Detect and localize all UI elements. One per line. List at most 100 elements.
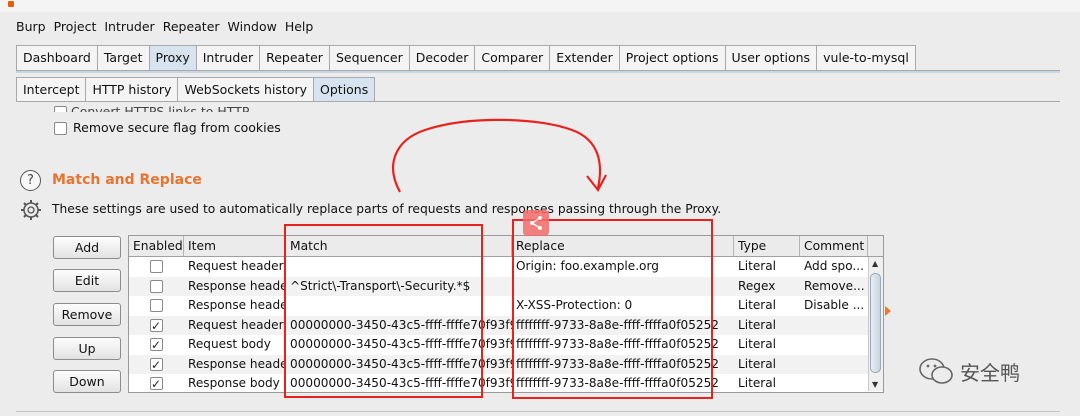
- remove-secure-flag-checkbox[interactable]: [54, 122, 67, 135]
- add-button[interactable]: Add: [53, 236, 121, 259]
- scroll-down-icon[interactable]: ▼: [872, 380, 878, 389]
- tab-vule-to-mysql[interactable]: vule-to-mysql: [816, 45, 916, 71]
- expand-arrow-icon[interactable]: [885, 306, 891, 316]
- menu-burp[interactable]: Burp: [0, 16, 50, 38]
- menu-bar: Burp Project Intruder Repeater Window He…: [0, 16, 317, 38]
- item-cell: Response header: [188, 278, 286, 293]
- tab-user-options[interactable]: User options: [724, 45, 818, 71]
- table-row[interactable]: Response header ^Strict\-Transport\-Secur…: [129, 276, 869, 297]
- comment-cell: [800, 316, 868, 336]
- tab-options[interactable]: Options: [313, 77, 376, 103]
- tab-proxy[interactable]: Proxy: [148, 45, 197, 71]
- table-row[interactable]: Request header Origin: foo.example.org Lit…: [129, 257, 869, 277]
- menu-project[interactable]: Project: [50, 16, 101, 38]
- tab-comparer[interactable]: Comparer: [474, 45, 551, 71]
- enabled-checkbox[interactable]: [150, 356, 163, 374]
- enabled-checkbox[interactable]: [150, 375, 163, 392]
- comment-cell: [800, 374, 868, 392]
- match-cell: [286, 257, 512, 277]
- enabled-checkbox[interactable]: [150, 279, 163, 293]
- match-cell: 00000000-3450-43c5-ffff-ffffe70f93f9: [290, 376, 512, 390]
- column-enabled[interactable]: Enabled: [129, 236, 184, 256]
- enabled-cell: [129, 316, 184, 335]
- table-row[interactable]: Response header 00000000-3450-43c5-ffff-f…: [129, 354, 869, 375]
- menu-window[interactable]: Window: [224, 16, 281, 38]
- column-replace[interactable]: Replace: [512, 236, 734, 256]
- tab-extender[interactable]: Extender: [549, 45, 620, 71]
- tab-websockets-history[interactable]: WebSockets history: [177, 77, 315, 103]
- tab-intruder[interactable]: Intruder: [195, 45, 261, 71]
- menu-repeater[interactable]: Repeater: [159, 16, 224, 38]
- enabled-checkbox[interactable]: [150, 317, 163, 335]
- enabled-checkbox[interactable]: [150, 260, 163, 273]
- gear-icon[interactable]: [20, 199, 42, 221]
- type-cell: Literal: [738, 356, 777, 371]
- comment-cell: Remove...: [804, 278, 865, 293]
- match-cell: 00000000-3450-43c5-ffff-ffffe70f93f9: [290, 356, 512, 371]
- match-cell: 00000000-3450-43c5-ffff-ffffe70f93f9: [290, 317, 512, 332]
- enabled-cell: [129, 335, 184, 355]
- match-cell: ^Strict\-Transport\-Security.*$: [290, 278, 471, 293]
- title-bar: [0, 0, 1080, 12]
- column-item[interactable]: Item: [184, 236, 286, 256]
- section-description: These settings are used to automatically…: [52, 202, 722, 216]
- scrollbar-thumb[interactable]: [870, 273, 881, 373]
- comment-cell: Add spo...: [804, 259, 864, 273]
- replace-cell: ffffffff-9733-8a8e-ffff-ffffa0f05252: [516, 376, 719, 390]
- tab-dashboard[interactable]: Dashboard: [16, 45, 98, 71]
- column-match[interactable]: Match: [286, 236, 512, 256]
- tab-intercept[interactable]: Intercept: [16, 77, 87, 103]
- tab-divider: [16, 70, 1060, 73]
- item-cell: Response header: [188, 298, 286, 312]
- enabled-cell: [129, 374, 184, 392]
- enabled-checkbox[interactable]: [150, 336, 163, 355]
- panel-bottom-border: [16, 411, 1060, 412]
- table-row[interactable]: Response header X-XSS-Protection: 0 Litera…: [129, 296, 869, 316]
- tab-decoder[interactable]: Decoder: [408, 45, 476, 71]
- type-cell: Regex: [738, 278, 776, 293]
- enabled-cell: [129, 296, 184, 316]
- replace-cell: [512, 277, 734, 297]
- edit-button[interactable]: Edit: [53, 269, 121, 292]
- match-cell: [286, 296, 512, 316]
- burp-logo-icon: [8, 1, 14, 7]
- scroll-up-icon[interactable]: ▲: [872, 259, 878, 268]
- proxy-sub-tabs: Intercept HTTP history WebSockets histor…: [16, 76, 376, 103]
- match-replace-table: Enabled Item Match Replace Type Comment …: [128, 235, 884, 393]
- main-tabs: Dashboard Target Proxy Intruder Repeater…: [16, 44, 916, 71]
- replace-cell: ffffffff-9733-8a8e-ffff-ffffa0f05252: [516, 317, 719, 332]
- tab-target[interactable]: Target: [96, 45, 150, 71]
- replace-cell: Origin: foo.example.org: [516, 259, 659, 273]
- tab-http-history[interactable]: HTTP history: [85, 77, 179, 103]
- item-cell: Request header: [188, 259, 284, 273]
- column-type[interactable]: Type: [734, 236, 800, 256]
- tab-sequencer[interactable]: Sequencer: [328, 45, 410, 71]
- watermark-text: 安全鸭: [960, 360, 1020, 385]
- comment-cell: [800, 335, 868, 355]
- menu-help[interactable]: Help: [281, 16, 318, 38]
- table-row[interactable]: Request body 00000000-3450-43c5-ffff-ffff…: [129, 335, 869, 355]
- down-button[interactable]: Down: [53, 370, 121, 393]
- help-icon[interactable]: ?: [20, 170, 41, 191]
- remove-button[interactable]: Remove: [53, 303, 121, 326]
- remove-secure-flag-option[interactable]: Remove secure flag from cookies: [54, 120, 281, 135]
- type-cell: Literal: [738, 337, 777, 351]
- enabled-checkbox[interactable]: [150, 299, 163, 312]
- convert-https-checkbox[interactable]: [54, 106, 67, 112]
- convert-https-label: Convert HTTPS links to HTTP: [70, 104, 250, 112]
- menu-intruder[interactable]: Intruder: [100, 16, 158, 38]
- table-header: Enabled Item Match Replace Type Comment: [129, 236, 883, 257]
- convert-https-option[interactable]: Convert HTTPS links to HTTP: [54, 104, 249, 112]
- tab-repeater[interactable]: Repeater: [259, 45, 330, 71]
- table-scrollbar[interactable]: ▲ ▼: [868, 257, 883, 391]
- table-row[interactable]: Response body 00000000-3450-43c5-ffff-fff…: [129, 374, 869, 392]
- enabled-cell: [129, 355, 184, 374]
- comment-cell: [800, 355, 868, 375]
- section-title: Match and Replace: [52, 172, 202, 188]
- tab-project-options[interactable]: Project options: [618, 45, 726, 71]
- share-icon[interactable]: [523, 210, 549, 236]
- table-row[interactable]: Request header 00000000-3450-43c5-ffff-ff…: [129, 315, 869, 336]
- match-cell: 00000000-3450-43c5-ffff-ffffe70f93f9: [290, 337, 512, 351]
- up-button[interactable]: Up: [53, 337, 121, 360]
- column-comment[interactable]: Comment: [800, 236, 868, 256]
